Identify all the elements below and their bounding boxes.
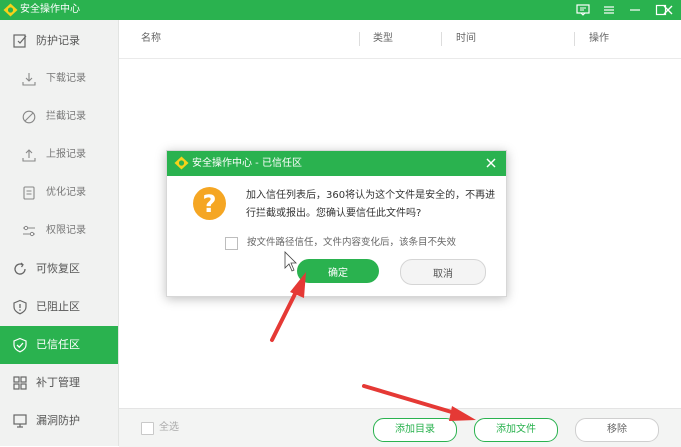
trust-by-path-checkbox[interactable] [225, 237, 238, 250]
app-logo-icon [174, 156, 189, 170]
column-type[interactable]: 类型 [373, 32, 393, 46]
column-time[interactable]: 时间 [456, 32, 476, 46]
sidebar-item-label: 拦截记录 [46, 111, 86, 122]
menu-icon[interactable] [596, 0, 622, 20]
upload-icon [22, 149, 36, 162]
grid-icon [13, 376, 27, 390]
sidebar-item-label: 已阻止区 [36, 300, 80, 313]
sidebar-item-patch-management[interactable]: 补丁管理 [0, 364, 118, 402]
window-title: 安全操作中心 [20, 4, 80, 15]
footer-bar: 全选 添加目录 添加文件 移除 [119, 408, 681, 447]
column-action[interactable]: 操作 [589, 32, 609, 46]
feedback-icon[interactable] [570, 0, 596, 20]
minimize-icon[interactable] [622, 0, 648, 20]
app-logo-icon [3, 3, 18, 17]
sidebar: 防护记录 下载记录 拦截记录 上报记录 优化记录 权限记录 可恢复区 已阻止区 … [0, 20, 119, 446]
column-divider [359, 32, 360, 46]
select-all-checkbox[interactable] [141, 422, 154, 435]
sidebar-item-block-records[interactable]: 拦截记录 [0, 98, 118, 136]
select-all-label: 全选 [159, 422, 179, 433]
sidebar-item-label: 漏洞防护 [36, 414, 80, 427]
sidebar-item-download-records[interactable]: 下载记录 [0, 60, 118, 98]
column-name[interactable]: 名称 [141, 32, 161, 46]
cancel-button[interactable]: 取消 [400, 259, 486, 285]
permission-sliders-icon [23, 225, 35, 237]
dialog-title: 安全操作中心 - 已信任区 [192, 158, 302, 169]
sidebar-item-label: 已信任区 [36, 338, 80, 351]
edit-check-icon [13, 34, 27, 48]
table-header: 名称 类型 时间 操作 [119, 20, 681, 59]
sidebar-item-label: 补丁管理 [36, 376, 80, 389]
sidebar-item-label: 上报记录 [46, 149, 86, 160]
shield-alert-icon [13, 299, 27, 315]
trust-by-path-label: 按文件路径信任，文件内容变化后，该条目不失效 [247, 237, 457, 248]
sidebar-item-label: 权限记录 [46, 225, 86, 236]
block-icon [22, 110, 36, 124]
trust-confirm-dialog: 安全操作中心 - 已信任区 ? 加入信任列表后，360将认为这个文件是安全的，不… [166, 150, 507, 297]
confirm-button[interactable]: 确定 [297, 259, 379, 283]
sidebar-item-recoverable[interactable]: 可恢复区 [0, 250, 118, 288]
sidebar-item-vulnerability-protection[interactable]: 漏洞防护 [0, 402, 118, 440]
column-divider [574, 32, 575, 46]
sidebar-item-label: 防护记录 [36, 34, 80, 47]
sidebar-item-protection-records[interactable]: 防护记录 [0, 22, 118, 60]
title-bar: 安全操作中心 [0, 0, 681, 20]
dialog-close-icon[interactable] [484, 156, 498, 170]
document-icon [23, 186, 35, 200]
sidebar-item-optimize-records[interactable]: 优化记录 [0, 174, 118, 212]
sidebar-item-label: 优化记录 [46, 187, 86, 198]
sidebar-item-label: 下载记录 [46, 73, 86, 84]
monitor-icon [13, 414, 27, 428]
dialog-message: 加入信任列表后，360将认为这个文件是安全的，不再进行拦截或报出。您确认要信任此… [246, 190, 496, 219]
sidebar-item-report-records[interactable]: 上报记录 [0, 136, 118, 174]
sidebar-item-label: 可恢复区 [36, 262, 80, 275]
close-icon[interactable] [655, 0, 681, 20]
sidebar-item-trusted[interactable]: 已信任区 [0, 326, 118, 364]
shield-check-icon [13, 337, 27, 353]
question-icon: ? [193, 187, 226, 220]
sidebar-item-permission-records[interactable]: 权限记录 [0, 212, 118, 250]
sidebar-item-blocked[interactable]: 已阻止区 [0, 288, 118, 326]
column-divider [441, 32, 442, 46]
add-file-button[interactable]: 添加文件 [474, 418, 558, 442]
add-directory-button[interactable]: 添加目录 [373, 418, 457, 442]
download-icon [22, 73, 36, 86]
dialog-title-bar: 安全操作中心 - 已信任区 [167, 151, 506, 176]
remove-button[interactable]: 移除 [575, 418, 659, 442]
restore-icon [14, 262, 26, 275]
